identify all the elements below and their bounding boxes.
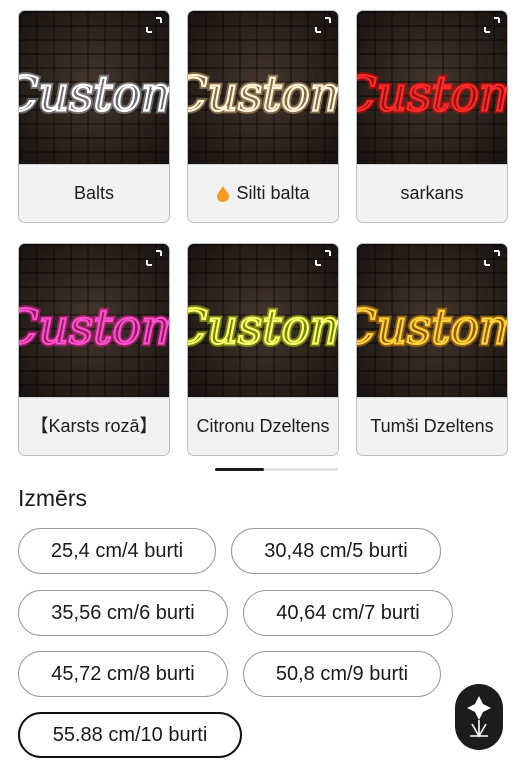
size-option-7-letters[interactable]: 40,64 cm/7 burti bbox=[243, 590, 453, 636]
fire-icon bbox=[217, 185, 230, 202]
brand-logo-icon bbox=[467, 696, 491, 738]
color-label: Citronu Dzeltens bbox=[188, 397, 338, 455]
neon-preview-image: Custom Custom bbox=[188, 244, 338, 397]
neon-sign-graphic: Custom Custom bbox=[357, 65, 507, 126]
neon-text: Custom bbox=[188, 301, 338, 356]
neon-text: Custom bbox=[188, 68, 338, 123]
expand-icon[interactable] bbox=[146, 250, 162, 266]
neon-text: Custom bbox=[19, 301, 169, 356]
neon-sign-graphic: Custom Custom bbox=[188, 298, 338, 359]
color-option-karsts-roza[interactable]: Custom Custom 【Karsts rozā】 bbox=[18, 243, 170, 456]
neon-preview-image: Custom Custom bbox=[19, 244, 169, 397]
neon-sign-graphic: Custom Custom bbox=[188, 65, 338, 126]
floating-brand-button[interactable] bbox=[455, 684, 503, 750]
size-section-title: Izmērs bbox=[18, 485, 87, 511]
expand-icon[interactable] bbox=[315, 17, 331, 33]
neon-text: Custom bbox=[357, 68, 507, 123]
color-label: 【Karsts rozā】 bbox=[19, 397, 169, 455]
color-label: Tumši Dzeltens bbox=[357, 397, 507, 455]
expand-icon[interactable] bbox=[315, 250, 331, 266]
expand-icon[interactable] bbox=[484, 17, 500, 33]
size-option-8-letters[interactable]: 45,72 cm/8 burti bbox=[18, 651, 228, 697]
carousel-scroll-indicator[interactable] bbox=[215, 468, 338, 471]
color-option-sarkans[interactable]: Custom Custom sarkans bbox=[356, 10, 508, 223]
neon-sign-graphic: Custom Custom bbox=[357, 298, 507, 359]
color-label: sarkans bbox=[357, 164, 507, 222]
neon-text: Custom bbox=[19, 68, 169, 123]
color-option-tumsi-dzeltens[interactable]: Custom Custom Tumši Dzeltens bbox=[356, 243, 508, 456]
color-label: Silti balta bbox=[236, 183, 310, 203]
size-option-6-letters[interactable]: 35,56 cm/6 burti bbox=[18, 590, 228, 636]
color-label: Balts bbox=[19, 164, 169, 222]
neon-preview-image: Custom Custom bbox=[19, 11, 169, 164]
expand-icon[interactable] bbox=[146, 17, 162, 33]
neon-sign-graphic: Custom Custom bbox=[19, 65, 169, 126]
size-option-10-letters[interactable]: 55.88 cm/10 burti bbox=[18, 712, 242, 758]
color-label-wrap: Silti balta bbox=[188, 164, 338, 222]
neon-preview-image: Custom Custom bbox=[188, 11, 338, 164]
color-option-balts[interactable]: Custom Custom Balts bbox=[18, 10, 170, 223]
color-option-silti-balta[interactable]: Custom Custom Silti balta bbox=[187, 10, 339, 223]
carousel-scroll-thumb[interactable] bbox=[215, 468, 264, 471]
neon-preview-image: Custom Custom bbox=[357, 244, 507, 397]
size-option-9-letters[interactable]: 50,8 cm/9 burti bbox=[243, 651, 441, 697]
expand-icon[interactable] bbox=[484, 250, 500, 266]
neon-sign-graphic: Custom Custom bbox=[19, 298, 169, 359]
neon-text: Custom bbox=[357, 301, 507, 356]
size-option-5-letters[interactable]: 30,48 cm/5 burti bbox=[231, 528, 441, 574]
neon-preview-image: Custom Custom bbox=[357, 11, 507, 164]
color-option-citronu-dzeltens[interactable]: Custom Custom Citronu Dzeltens bbox=[187, 243, 339, 456]
size-option-4-letters[interactable]: 25,4 cm/4 burti bbox=[18, 528, 216, 574]
